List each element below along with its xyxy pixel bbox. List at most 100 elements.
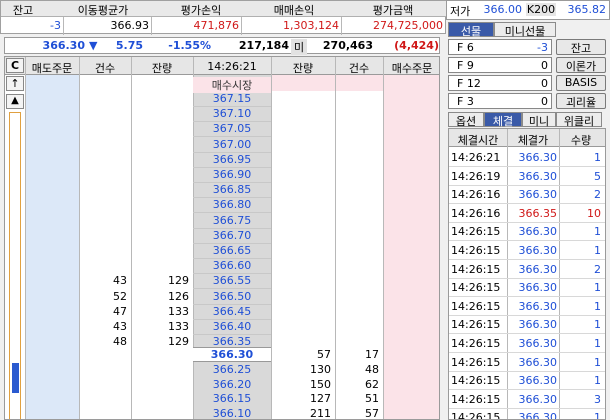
bid-price[interactable]: 366.15 bbox=[193, 392, 271, 405]
bid-qty: 127 bbox=[310, 392, 331, 405]
right-panel: 저가 366.00 K200 365.82 선물 미니선물 F 6 -3 잔고 … bbox=[446, 0, 610, 420]
disparity-button[interactable]: 괴리율 bbox=[556, 93, 606, 109]
f12-field[interactable]: F 12 0 bbox=[448, 75, 552, 91]
ask-qty: 129 bbox=[168, 274, 189, 288]
tab-options[interactable]: 옵션 bbox=[448, 112, 484, 128]
trade-qty: 10 bbox=[587, 206, 601, 220]
f3-key-label: F 3 bbox=[457, 95, 474, 108]
trade-time: 14:26:15 bbox=[451, 392, 501, 406]
ask-price[interactable]: 366.50 bbox=[193, 290, 271, 303]
tab-futures[interactable]: 선물 bbox=[448, 22, 494, 38]
scroll-up-button[interactable]: ↑ bbox=[6, 76, 24, 91]
tab-mini[interactable]: 미니 bbox=[522, 112, 556, 128]
ask-price[interactable]: 366.85 bbox=[193, 183, 271, 196]
theoretical-price-button[interactable]: 이론가 bbox=[556, 57, 606, 73]
summary-eval-pl: 471,876 bbox=[193, 19, 240, 32]
summary-eval-amount: 274,725,000 bbox=[373, 19, 443, 32]
c-toggle-button[interactable]: C bbox=[6, 58, 24, 73]
trade-qty: 2 bbox=[594, 262, 601, 276]
trade-price: 366.30 bbox=[518, 392, 558, 406]
tab-weekly[interactable]: 위클리 bbox=[556, 112, 602, 128]
ask-price[interactable]: 366.45 bbox=[193, 305, 271, 318]
trade-row: 14:26:15 366.30 3 bbox=[449, 391, 605, 409]
summary-balance: -3 bbox=[50, 19, 61, 32]
col-header-bid-count: 건수 bbox=[348, 62, 370, 75]
tab-mini-futures[interactable]: 미니선물 bbox=[494, 22, 556, 38]
market-order-label[interactable]: 매수시장 bbox=[193, 77, 271, 93]
trade-row: 14:26:15 366.30 1 bbox=[449, 409, 605, 419]
trade-qty: 1 bbox=[594, 318, 601, 332]
trade-qty: 5 bbox=[594, 169, 601, 183]
trade-time: 14:26:16 bbox=[451, 188, 501, 202]
ask-price[interactable]: 366.65 bbox=[193, 244, 271, 257]
trade-time: 14:26:21 bbox=[451, 151, 501, 164]
bid-price[interactable]: 366.20 bbox=[193, 378, 271, 391]
f6-value: -3 bbox=[537, 41, 548, 54]
ask-qty: 129 bbox=[168, 335, 189, 349]
col-header-buy-order: 매수주문 bbox=[391, 62, 433, 75]
ask-price[interactable]: 367.00 bbox=[193, 138, 271, 151]
ask-price[interactable]: 366.80 bbox=[193, 198, 271, 211]
trade-time: 14:26:15 bbox=[451, 299, 501, 313]
trades-table: 체결시간 체결가 수량 14:26:21 366.30 1 14:26:19 366.3… bbox=[448, 128, 606, 420]
volume: 217,184 bbox=[238, 39, 289, 52]
oi-change: (4,424) bbox=[394, 39, 439, 52]
current-bid-count: 17 bbox=[365, 348, 379, 361]
tab-executions[interactable]: 체결 bbox=[484, 112, 522, 128]
trade-time: 14:26:15 bbox=[451, 355, 501, 369]
trade-price: 366.30 bbox=[518, 225, 558, 239]
ask-price[interactable]: 366.95 bbox=[193, 153, 271, 166]
basis-button[interactable]: BASIS bbox=[556, 75, 606, 91]
trade-price: 366.30 bbox=[518, 281, 558, 295]
scroll-thumb[interactable] bbox=[12, 363, 19, 393]
summary-header-balance: 잔고 bbox=[12, 4, 34, 17]
ask-price[interactable]: 367.15 bbox=[193, 92, 271, 105]
trade-row: 14:26:15 366.30 1 bbox=[449, 372, 605, 391]
down-arrow-icon: ▼ bbox=[89, 39, 98, 52]
f9-field[interactable]: F 9 0 bbox=[448, 57, 552, 73]
col-header-sell-order: 매도주문 bbox=[31, 62, 73, 75]
trade-price: 366.30 bbox=[518, 299, 558, 313]
bid-price[interactable]: 366.25 bbox=[193, 363, 271, 376]
ask-price[interactable]: 366.40 bbox=[193, 320, 271, 333]
ask-price[interactable]: 366.55 bbox=[193, 274, 271, 287]
price-bar: 366.30 ▼ 5.75 -1.55% 217,184 미 270,463 (… bbox=[4, 37, 440, 55]
trade-time: 14:26:15 bbox=[451, 374, 501, 388]
ask-price[interactable]: 366.70 bbox=[193, 229, 271, 242]
summary-header-eval-pl: 평가손익 bbox=[180, 4, 222, 17]
summary-header-trade-pl: 매매손익 bbox=[273, 4, 315, 17]
balance-button[interactable]: 잔고 bbox=[556, 39, 606, 55]
trade-row: 14:26:15 366.30 2 bbox=[449, 261, 605, 279]
trades-header-time: 체결시간 bbox=[457, 134, 499, 147]
trade-price: 366.30 bbox=[518, 188, 558, 202]
ask-price[interactable]: 367.05 bbox=[193, 122, 271, 135]
trade-row: 14:26:15 366.30 1 bbox=[449, 298, 605, 316]
trades-header-qty: 수량 bbox=[570, 134, 592, 147]
summary-avg-price: 366.93 bbox=[110, 19, 150, 32]
f6-balance-field[interactable]: F 6 -3 bbox=[448, 39, 552, 55]
bid-price[interactable]: 366.10 bbox=[193, 407, 271, 420]
f12-key-label: F 12 bbox=[457, 77, 481, 90]
bid-count: 57 bbox=[365, 406, 379, 420]
bid-qty: 211 bbox=[310, 406, 331, 420]
summary-panel: 잔고 이동평균가 평가손익 매매손익 평가금액 -3 366.93 471,87… bbox=[0, 0, 447, 35]
trade-time: 14:26:15 bbox=[451, 225, 501, 239]
current-price-row[interactable]: 366.30 bbox=[193, 347, 271, 362]
scroll-up-arrow-button[interactable]: ▲ bbox=[6, 94, 24, 109]
bid-count: 62 bbox=[365, 377, 379, 391]
ask-price[interactable]: 366.60 bbox=[193, 259, 271, 272]
ask-count: 48 bbox=[113, 335, 127, 349]
trade-time: 14:26:15 bbox=[451, 244, 501, 257]
trade-row: 14:26:15 366.30 1 bbox=[449, 223, 605, 242]
trade-price: 366.30 bbox=[518, 151, 558, 164]
ask-price[interactable]: 367.10 bbox=[193, 107, 271, 120]
f3-field[interactable]: F 3 0 bbox=[448, 93, 552, 109]
bid-qty: 150 bbox=[310, 377, 331, 391]
trade-price: 366.30 bbox=[518, 374, 558, 388]
ask-price[interactable]: 366.90 bbox=[193, 168, 271, 181]
trade-qty: 1 bbox=[594, 374, 601, 388]
trade-time: 14:26:15 bbox=[451, 337, 501, 350]
current-bid-qty: 57 bbox=[317, 348, 331, 361]
ask-price[interactable]: 366.75 bbox=[193, 214, 271, 227]
trade-row: 14:26:19 366.30 5 bbox=[449, 168, 605, 186]
